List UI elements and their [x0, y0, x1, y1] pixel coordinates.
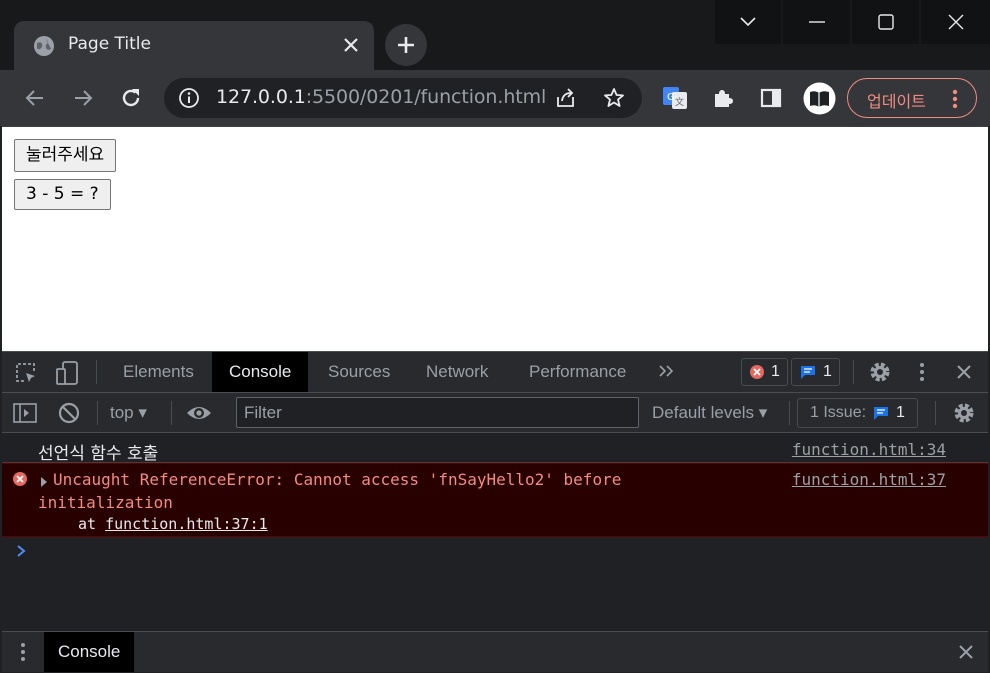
settings-gear-icon[interactable]: [868, 360, 892, 384]
maximize-button[interactable]: [852, 0, 919, 44]
log-text: 선언식 함수 호출: [38, 444, 159, 464]
math-question-button[interactable]: 3 - 5 = ?: [14, 179, 111, 210]
toolbar-divider: [96, 360, 97, 384]
stack-link[interactable]: function.html:37:1: [105, 515, 268, 533]
toolbar-divider: [97, 401, 98, 425]
forward-icon[interactable]: [69, 84, 97, 112]
context-label: top: [110, 403, 134, 422]
minimize-icon: [808, 21, 825, 23]
context-selector[interactable]: top ▾: [110, 403, 147, 423]
levels-label: Default levels: [652, 403, 755, 422]
tab-close-icon[interactable]: [342, 36, 360, 54]
back-icon[interactable]: [21, 84, 49, 112]
plus-icon: [398, 37, 414, 53]
tab-network[interactable]: Network: [409, 352, 505, 392]
extensions-icon[interactable]: [709, 84, 737, 112]
url-host: 127.0.0.1: [216, 86, 306, 108]
bookmark-star-icon[interactable]: [602, 86, 626, 110]
more-tabs-icon[interactable]: [658, 364, 674, 378]
toolbar-divider: [935, 401, 936, 425]
new-tab-button[interactable]: [385, 24, 427, 66]
reload-icon[interactable]: [117, 84, 145, 112]
browser-toolbar: 127.0.0.1:5500/0201/function.html G文 업데이…: [0, 70, 990, 126]
error-text-line2: initialization: [38, 493, 173, 512]
update-label: 업데이트: [867, 92, 926, 111]
browser-tab[interactable]: Page Title: [14, 21, 374, 71]
console-error-message: Uncaught ReferenceError: Cannot access '…: [2, 463, 988, 537]
stack-at: at: [78, 515, 97, 533]
console-output: 선언식 함수 호출 function.html:34 Uncaught Refe…: [2, 434, 988, 557]
console-settings-gear-icon[interactable]: [952, 401, 976, 425]
site-info-icon[interactable]: [178, 87, 200, 109]
toolbar-divider: [171, 401, 172, 425]
inspect-element-icon[interactable]: [14, 361, 38, 385]
log-levels-dropdown[interactable]: Default levels ▾: [652, 403, 767, 423]
error-icon: [750, 365, 764, 379]
error-count: 1: [771, 363, 780, 380]
more-menu-icon[interactable]: [952, 89, 958, 109]
clear-console-icon[interactable]: [57, 401, 81, 425]
globe-icon: [33, 35, 55, 57]
issues-count: 1: [896, 404, 905, 421]
tab-search-button[interactable]: [715, 0, 781, 44]
page-viewport: 눌러주세요 3 - 5 = ?: [2, 126, 988, 351]
error-icon: [12, 471, 28, 487]
svg-text:G: G: [667, 92, 675, 103]
window-close-button[interactable]: [921, 0, 990, 44]
tab-performance[interactable]: Performance: [512, 352, 643, 392]
chevron-down-icon: [740, 17, 756, 27]
toolbar-divider: [789, 401, 790, 425]
message-count-badge[interactable]: 1: [791, 358, 840, 386]
minimize-button[interactable]: [783, 0, 850, 44]
message-icon: [801, 366, 815, 379]
tab-elements[interactable]: Elements: [106, 352, 211, 392]
translate-icon[interactable]: G文: [661, 84, 689, 112]
url-path: :5500/0201/function.html: [305, 86, 547, 108]
close-icon: [948, 14, 963, 30]
update-button[interactable]: 업데이트: [847, 78, 977, 118]
device-toolbar-icon[interactable]: [55, 360, 79, 386]
log-source-link[interactable]: function.html:34: [792, 440, 946, 459]
profile-avatar[interactable]: [803, 82, 836, 115]
error-count-badge[interactable]: 1: [741, 358, 788, 386]
address-bar[interactable]: 127.0.0.1:5500/0201/function.html: [164, 78, 642, 118]
url-text[interactable]: 127.0.0.1:5500/0201/function.html: [216, 86, 546, 108]
error-source-link[interactable]: function.html:37: [792, 470, 946, 489]
issues-button[interactable]: 1 Issue: 1: [797, 398, 918, 428]
devtools-panel: Elements Console Sources Network Perform…: [2, 351, 988, 672]
maximize-icon: [877, 14, 894, 30]
error-stack-line: at function.html:37:1: [78, 515, 268, 533]
devtools-tabbar: Elements Console Sources Network Perform…: [2, 352, 988, 393]
drawer-tab-console[interactable]: Console: [44, 632, 135, 672]
close-devtools-icon[interactable]: [956, 364, 972, 380]
press-me-button[interactable]: 눌러주세요: [14, 139, 117, 172]
customize-menu-icon[interactable]: [919, 362, 925, 382]
title-bar: Page Title: [0, 0, 990, 71]
issues-label: 1 Issue:: [810, 404, 867, 421]
sidebar-toggle-icon[interactable]: [13, 402, 37, 424]
drawer-menu-icon[interactable]: [20, 642, 26, 662]
tab-title: Page Title: [68, 34, 151, 54]
devtools-drawer: Console: [2, 631, 988, 672]
filter-placeholder: Filter: [244, 403, 282, 422]
tab-console[interactable]: Console: [212, 352, 309, 392]
error-text-line1: Uncaught ReferenceError: Cannot access '…: [53, 470, 622, 489]
console-toolbar: top ▾ Filter Default levels ▾ 1 Issue: 1: [2, 393, 988, 433]
message-count: 1: [823, 363, 832, 380]
issue-message-icon: [874, 407, 889, 420]
console-prompt-icon[interactable]: [15, 544, 27, 558]
share-icon[interactable]: [554, 86, 578, 110]
console-filter-input[interactable]: Filter: [236, 397, 639, 428]
drawer-close-icon[interactable]: [958, 644, 974, 660]
svg-text:文: 文: [675, 96, 684, 108]
toolbar-divider: [853, 360, 854, 384]
tab-sources[interactable]: Sources: [311, 352, 407, 392]
console-log-message: 선언식 함수 호출 function.html:34: [2, 434, 988, 464]
side-panel-icon[interactable]: [757, 84, 785, 112]
live-expression-eye-icon[interactable]: [185, 402, 213, 424]
expand-triangle-icon[interactable]: [39, 476, 49, 488]
